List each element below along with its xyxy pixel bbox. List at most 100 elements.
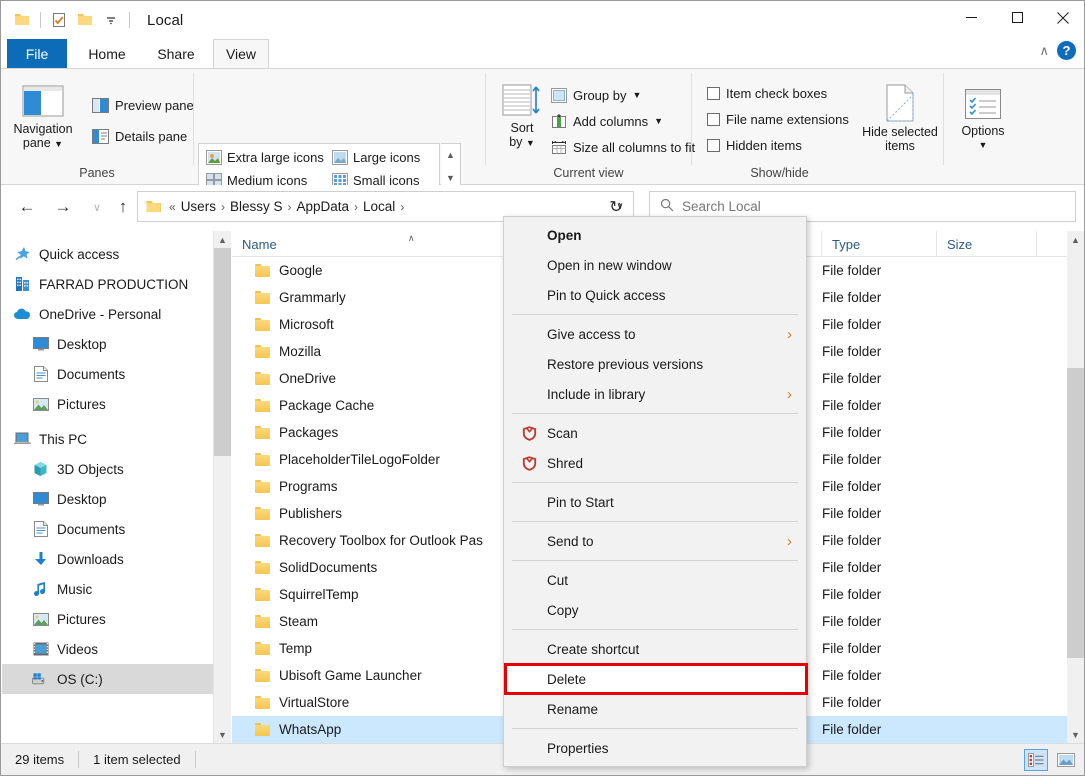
new-folder-icon[interactable]: [72, 7, 98, 33]
close-button[interactable]: [1040, 1, 1084, 34]
tab-share[interactable]: Share: [145, 39, 207, 69]
context-menu-item-scan[interactable]: Scan: [504, 418, 806, 448]
context-menu-item-copy[interactable]: Copy: [504, 595, 806, 625]
context-menu-item-restore-previous-versions[interactable]: Restore previous versions: [504, 349, 806, 379]
scroll-up-icon[interactable]: ▲: [1067, 231, 1084, 248]
breadcrumb-appdata[interactable]: AppData: [293, 199, 352, 214]
sidebar-item-farrad-production[interactable]: FARRAD PRODUCTION: [2, 269, 213, 299]
item-check-boxes-checkbox[interactable]: [707, 86, 720, 100]
details-pane-button[interactable]: Details pane: [89, 124, 190, 148]
hide-selected-items-button[interactable]: Hide selected items: [860, 79, 940, 163]
sidebar-item-music[interactable]: Music: [2, 574, 213, 604]
tab-view[interactable]: View: [213, 39, 269, 69]
sidebar-item-3d-objects[interactable]: 3D Objects: [2, 454, 213, 484]
layout-extra-large-icons[interactable]: Extra large icons: [202, 146, 328, 169]
tab-file[interactable]: File: [7, 39, 67, 69]
file-list-scrollbar[interactable]: ▲ ▼: [1067, 231, 1084, 743]
sidebar-item-this-pc[interactable]: This PC: [2, 424, 213, 454]
options-button[interactable]: Options ▼: [950, 83, 1016, 159]
sort-by-button[interactable]: Sort by ▼: [496, 79, 548, 161]
context-menu-item-pin-to-quick-access[interactable]: Pin to Quick access: [504, 280, 806, 310]
context-menu-item-shred[interactable]: Shred: [504, 448, 806, 478]
preview-pane-button[interactable]: Preview pane: [89, 93, 197, 117]
sidebar-item-desktop-onedrive[interactable]: Desktop: [2, 329, 213, 359]
sidebar-item-downloads[interactable]: Downloads: [2, 544, 213, 574]
context-menu-separator: [512, 521, 798, 522]
size-all-columns-button[interactable]: Size all columns to fit: [548, 135, 698, 159]
breadcrumb-blessy-s[interactable]: Blessy S: [227, 199, 286, 214]
maximize-button[interactable]: [994, 1, 1040, 34]
up-button[interactable]: ↑: [109, 193, 137, 221]
context-menu-item-create-shortcut[interactable]: Create shortcut: [504, 634, 806, 664]
scroll-up-icon[interactable]: ▲: [214, 231, 231, 248]
context-menu-item-label: Delete: [547, 671, 587, 687]
folder-icon[interactable]: [9, 7, 35, 33]
context-menu-item-rename[interactable]: Rename: [504, 694, 806, 724]
group-by-button[interactable]: Group by ▼: [548, 83, 644, 107]
scrollbar-thumb[interactable]: [1067, 368, 1084, 658]
context-menu-item-properties[interactable]: Properties: [504, 733, 806, 763]
gallery-scroll-up-icon[interactable]: ▲: [446, 150, 455, 160]
collapse-ribbon-icon[interactable]: ∧: [1039, 43, 1049, 59]
sidebar-item-label: FARRAD PRODUCTION: [39, 276, 189, 292]
hidden-items-option[interactable]: Hidden items: [704, 133, 805, 157]
scrollbar-thumb[interactable]: [214, 248, 231, 456]
file-row-type-cell: File folder: [822, 371, 882, 386]
details-view-icon[interactable]: [1024, 748, 1048, 771]
context-menu-item-pin-to-start[interactable]: Pin to Start: [504, 487, 806, 517]
qat-divider: [40, 12, 41, 28]
options-chevron-down-icon[interactable]: ▼: [961, 138, 1004, 152]
context-menu-item-label: Open in new window: [547, 257, 672, 273]
breadcrumb-chevron-icon[interactable]: ›: [352, 200, 360, 214]
sidebar-item-pictures-onedrive[interactable]: Pictures: [2, 389, 213, 419]
sidebar-item-documents-pc[interactable]: Documents: [2, 514, 213, 544]
context-menu-item-cut[interactable]: Cut: [504, 565, 806, 595]
column-header-size[interactable]: Size: [937, 231, 1037, 257]
forward-button[interactable]: →: [49, 193, 77, 221]
context-menu-item-open-in-new-window[interactable]: Open in new window: [504, 250, 806, 280]
recent-locations-button[interactable]: ∨: [83, 193, 111, 221]
sidebar-item-label: OneDrive - Personal: [39, 306, 162, 322]
sidebar-item-pictures-pc[interactable]: Pictures: [2, 604, 213, 634]
gallery-scroll-down-icon[interactable]: ▼: [446, 173, 455, 183]
sidebar-item-quick-access[interactable]: Quick access: [2, 239, 213, 269]
breadcrumb-chevron-icon[interactable]: ›: [398, 200, 406, 214]
breadcrumb-chevron-icon[interactable]: ›: [219, 200, 227, 214]
breadcrumb-chevron-icon[interactable]: ›: [285, 200, 293, 214]
breadcrumb-overflow-icon[interactable]: «: [167, 200, 178, 214]
back-button[interactable]: ←: [13, 193, 41, 221]
file-name-extensions-option[interactable]: File name extensions: [704, 107, 852, 131]
tab-home[interactable]: Home: [73, 39, 141, 69]
breadcrumb-users[interactable]: Users: [178, 199, 219, 214]
context-menu-item-delete[interactable]: Delete: [504, 664, 806, 694]
customize-qat-icon[interactable]: [98, 7, 124, 33]
context-menu: Open Open in new window Pin to Quick acces…: [503, 216, 808, 767]
file-name-extensions-checkbox[interactable]: [707, 112, 720, 126]
file-explorer-window: Local File Home Share View ∧ ? Navigatio…: [0, 0, 1085, 776]
address-folder-icon: [138, 200, 167, 213]
minimize-button[interactable]: [948, 1, 994, 34]
properties-icon[interactable]: [46, 7, 72, 33]
navigation-pane-scrollbar[interactable]: ▲ ▼: [214, 231, 231, 743]
large-icons-view-icon[interactable]: [1054, 749, 1078, 771]
column-header-type[interactable]: Type: [822, 231, 937, 257]
sidebar-item-documents-onedrive[interactable]: Documents: [2, 359, 213, 389]
layout-large-icons[interactable]: Large icons: [328, 146, 424, 169]
item-check-boxes-option[interactable]: Item check boxes: [704, 81, 830, 105]
help-icon[interactable]: ?: [1057, 41, 1076, 60]
context-menu-item-send-to[interactable]: Send to ›: [504, 526, 806, 556]
scroll-down-icon[interactable]: ▼: [1067, 726, 1084, 743]
sidebar-item-os-c[interactable]: OS (C:): [2, 664, 213, 694]
sidebar-item-videos[interactable]: Videos: [2, 634, 213, 664]
sidebar-item-desktop-pc[interactable]: Desktop: [2, 484, 213, 514]
navigation-pane-button[interactable]: Navigation pane ▼: [9, 79, 77, 159]
file-row-type-cell: File folder: [822, 317, 882, 332]
context-menu-item-open[interactable]: Open: [504, 220, 806, 250]
scroll-down-icon[interactable]: ▼: [214, 726, 231, 743]
hidden-items-checkbox[interactable]: [707, 138, 720, 152]
sidebar-item-onedrive-personal[interactable]: OneDrive - Personal: [2, 299, 213, 329]
add-columns-button[interactable]: Add columns ▼: [548, 109, 666, 133]
context-menu-item-give-access-to[interactable]: Give access to ›: [504, 319, 806, 349]
context-menu-item-include-in-library[interactable]: Include in library ›: [504, 379, 806, 409]
breadcrumb-local[interactable]: Local: [360, 199, 398, 214]
